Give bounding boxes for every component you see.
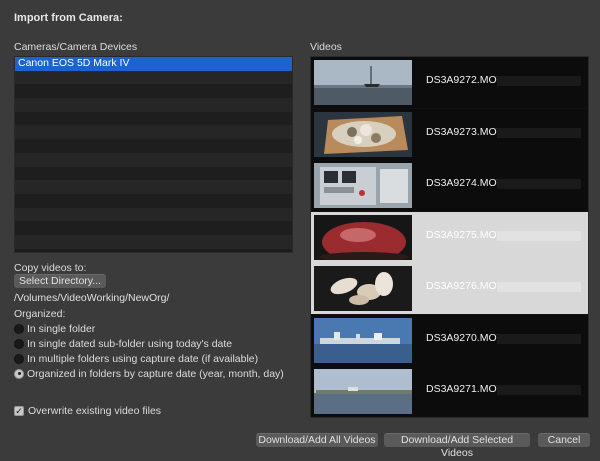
organize-option[interactable]: Organized in folders by capture date (ye…: [14, 367, 284, 380]
device-empty-row: [15, 152, 292, 167]
video-thumbnail: [314, 214, 412, 260]
radio-button-icon[interactable]: [14, 338, 24, 349]
destination-path: /Volumes/VideoWorking/NewOrg/: [14, 292, 170, 304]
video-filename: DS3A9273.MOV: [426, 125, 504, 138]
device-empty-row: [15, 207, 292, 222]
organize-option-label: In single folder: [27, 322, 96, 335]
video-info-bar: [497, 385, 581, 395]
video-item[interactable]: DS3A9271.MOV: [311, 366, 588, 417]
video-filename: DS3A9274.MOV: [426, 177, 504, 189]
radio-button-icon[interactable]: [14, 353, 24, 364]
videos-label: Videos: [310, 41, 342, 53]
device-empty-row: [15, 166, 292, 181]
video-filename: DS3A9272.MOV: [426, 74, 504, 86]
device-empty-row: [15, 84, 292, 99]
video-info-bar: [497, 76, 581, 86]
cancel-button[interactable]: Cancel: [538, 433, 590, 447]
video-item[interactable]: DS3A9270.MOV: [311, 314, 588, 366]
video-thumbnail: [314, 266, 412, 311]
video-thumbnail: [314, 60, 412, 105]
select-directory-button[interactable]: Select Directory...: [14, 274, 106, 288]
organize-option-label: In multiple folders using capture date (…: [27, 352, 259, 365]
checkmark-icon[interactable]: ✓: [14, 405, 24, 416]
video-item[interactable]: DS3A9276.MOV: [311, 263, 588, 314]
device-empty-row: [15, 180, 292, 194]
video-filename: DS3A9275.MOV: [426, 228, 504, 241]
devices-label: Cameras/Camera Devices: [14, 41, 138, 53]
copy-videos-label: Copy videos to:: [14, 262, 87, 274]
video-filename: DS3A9271.MOV: [426, 383, 504, 395]
video-info-bar: [497, 230, 581, 241]
radio-button-icon[interactable]: [14, 368, 24, 379]
video-filename: DS3A9270.MOV: [426, 331, 504, 344]
video-filename: DS3A9276.MOV: [426, 280, 504, 292]
window-title: Import from Camera:: [14, 12, 123, 24]
device-empty-row: [15, 111, 292, 126]
videos-list[interactable]: DS3A9272.MOV DS3A9273.MOV DS3A9274.MOV DS3A…: [310, 56, 589, 418]
overwrite-checkbox-row[interactable]: ✓ Overwrite existing video files: [14, 404, 161, 417]
radio-button-icon[interactable]: [14, 323, 24, 334]
video-thumbnail: [314, 369, 412, 414]
device-empty-row: [15, 70, 292, 85]
video-item[interactable]: DS3A9272.MOV: [311, 57, 588, 108]
organize-option[interactable]: In single dated sub-folder using today's…: [14, 337, 232, 350]
video-item[interactable]: DS3A9274.MOV: [311, 160, 588, 211]
organize-option-label: In single dated sub-folder using today's…: [27, 337, 233, 350]
download-all-button[interactable]: Download/Add All Videos: [256, 433, 378, 447]
download-selected-button[interactable]: Download/Add Selected Videos: [384, 433, 530, 459]
overwrite-label: Overwrite existing video files: [28, 404, 162, 417]
video-item[interactable]: DS3A9273.MOV: [311, 108, 588, 160]
device-empty-row: [15, 139, 292, 153]
device-empty-row: [15, 125, 292, 140]
video-thumbnail: [314, 317, 412, 363]
video-info-bar: [497, 127, 581, 138]
organize-option[interactable]: In single folder: [14, 322, 95, 335]
device-empty-row: [15, 234, 292, 249]
video-info-bar: [497, 333, 581, 344]
video-thumbnail: [314, 163, 412, 208]
video-item[interactable]: DS3A9275.MOV: [311, 211, 588, 263]
organize-option-label: Organized in folders by capture date (ye…: [27, 367, 284, 380]
video-thumbnail: [314, 111, 412, 157]
video-info-bar: [497, 282, 581, 292]
organize-option[interactable]: In multiple folders using capture date (…: [14, 352, 258, 365]
camera-devices-list[interactable]: Canon EOS 5D Mark IV: [14, 56, 293, 253]
video-info-bar: [497, 179, 581, 189]
device-empty-row: [15, 221, 292, 235]
organized-label: Organized:: [14, 308, 66, 320]
device-item[interactable]: Canon EOS 5D Mark IV: [15, 57, 292, 71]
device-empty-row: [15, 98, 292, 112]
device-empty-row: [15, 193, 292, 208]
